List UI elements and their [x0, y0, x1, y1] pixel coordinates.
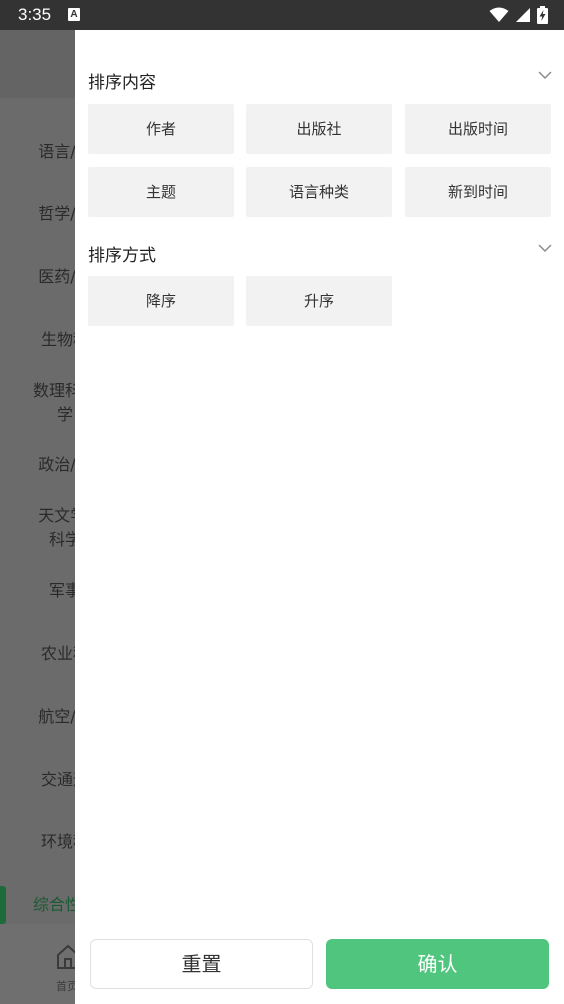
sort-option-language[interactable]: 语言种类 — [246, 167, 392, 217]
sort-order-title: 排序方式 — [88, 246, 156, 266]
status-time: 3:35 — [18, 5, 52, 24]
chevron-down-icon[interactable] — [538, 241, 552, 255]
confirm-button[interactable]: 确认 — [326, 939, 549, 989]
status-bar: 3:35 A — [0, 0, 564, 30]
sort-content-title: 排序内容 — [88, 73, 156, 93]
sort-option-author[interactable]: 作者 — [88, 104, 234, 154]
sort-drawer: 排序内容 作者 出版社 出版时间 主题 语言种类 新到时间 排序方式 降序 升序… — [75, 30, 564, 1004]
sort-option-arrival-date[interactable]: 新到时间 — [405, 167, 551, 217]
sort-order-ascending[interactable]: 升序 — [246, 276, 392, 326]
reset-button[interactable]: 重置 — [90, 939, 313, 989]
wifi-icon — [489, 7, 509, 22]
screen: 3:35 A 语言/文 哲学/宗 医药/卫 生物科 数理科学学 政治/法 天文学… — [0, 0, 564, 1004]
chevron-down-icon[interactable] — [538, 68, 552, 82]
sort-option-publisher[interactable]: 出版社 — [246, 104, 392, 154]
signal-icon — [516, 8, 530, 22]
sort-order-descending[interactable]: 降序 — [88, 276, 234, 326]
notification-a-icon: A — [68, 8, 80, 21]
sort-option-subject[interactable]: 主题 — [88, 167, 234, 217]
battery-charging-icon — [537, 6, 548, 24]
sort-option-publish-date[interactable]: 出版时间 — [405, 104, 551, 154]
status-icons — [489, 6, 548, 24]
